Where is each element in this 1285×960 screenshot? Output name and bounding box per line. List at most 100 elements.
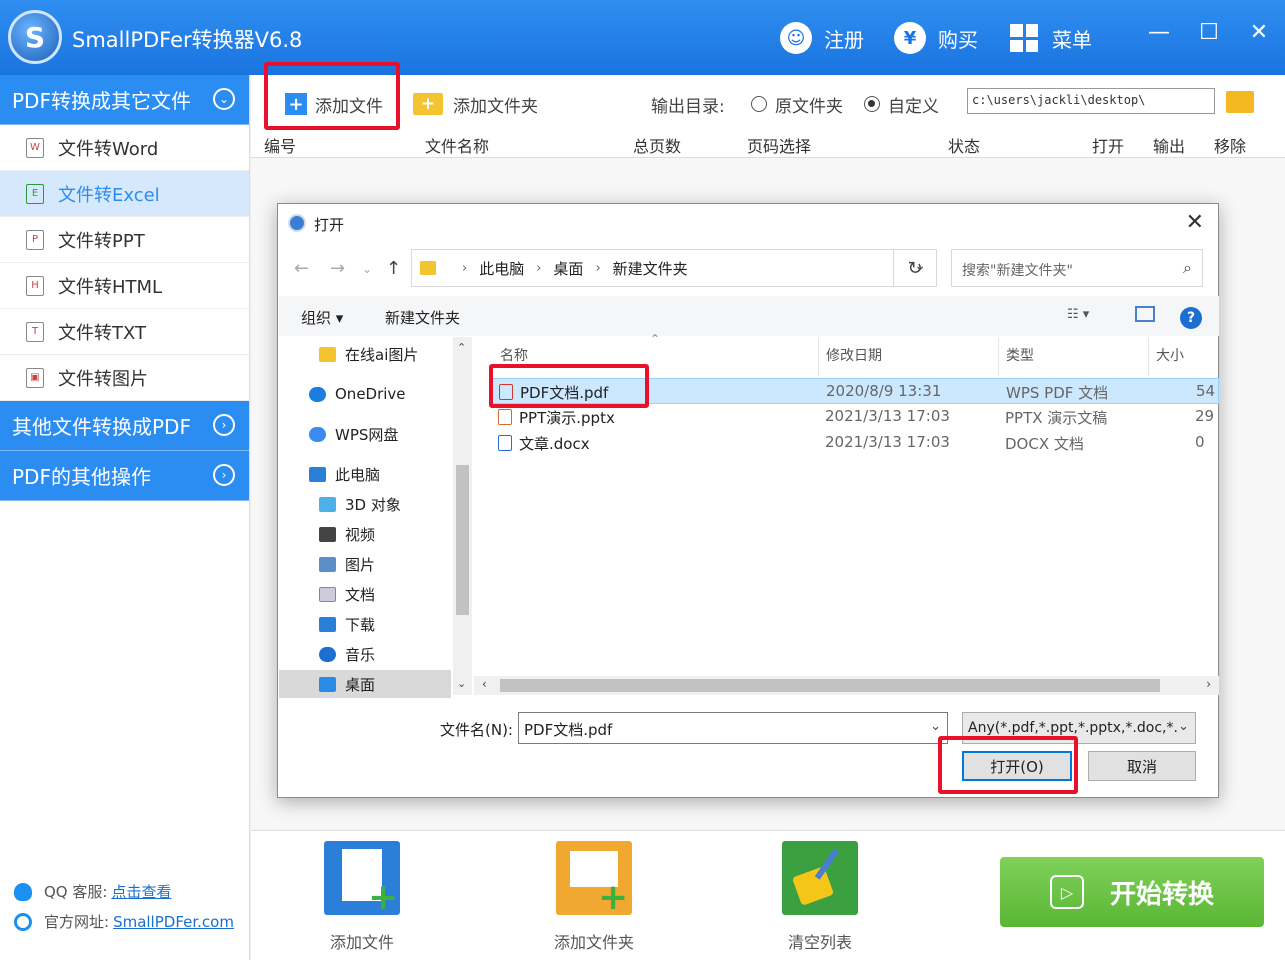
radio-original-folder[interactable]: 原文件夹 xyxy=(751,89,843,119)
add-file-button[interactable]: + 添加文件 xyxy=(285,89,383,119)
col-filename: 文件名称 xyxy=(425,137,490,156)
add-folder-button[interactable]: + 添加文件夹 xyxy=(413,89,538,119)
register-button[interactable]: ☺ 注册 xyxy=(780,18,864,58)
header-name[interactable]: 名称 xyxy=(500,345,528,365)
breadcrumb-new-folder[interactable]: 新建文件夹 xyxy=(613,258,688,279)
nav-item-selected[interactable]: 桌面 xyxy=(279,670,451,698)
header-type[interactable]: 类型 xyxy=(1006,345,1034,365)
filename-input[interactable]: PDF文档.pdf ⌄ xyxy=(518,712,948,744)
filetype-select[interactable]: Any(*.pdf,*.ppt,*.pptx,*.doc,*. ⌄ xyxy=(962,712,1196,744)
bottom-add-folder-button[interactable]: + 添加文件夹 xyxy=(539,841,649,953)
minimize-button[interactable]: — xyxy=(1144,20,1174,45)
new-folder-button[interactable]: 新建文件夹 xyxy=(385,307,460,328)
computer-icon xyxy=(309,466,326,482)
document-icon: T xyxy=(26,321,44,342)
desktop-icon xyxy=(319,676,336,692)
view-options-icon[interactable]: ☷ ▾ xyxy=(1067,307,1089,322)
open-button[interactable]: 打开(O) xyxy=(962,751,1072,781)
nav-item[interactable]: 此电脑 xyxy=(309,460,380,488)
folder-icon xyxy=(319,346,336,362)
chevron-down-icon: ⌄ xyxy=(213,88,235,110)
refresh-button[interactable]: ↻ xyxy=(893,249,937,287)
up-arrow-icon[interactable]: ↑ xyxy=(386,258,401,279)
file-list-header: 编号 文件名称 总页数 页码选择 状态 打开 输出 移除 xyxy=(251,130,1285,158)
header-size[interactable]: 大小 xyxy=(1156,345,1184,365)
nav-item[interactable]: OneDrive xyxy=(309,380,406,408)
search-input[interactable]: 搜索"新建文件夹" ⌕ xyxy=(951,249,1203,287)
sidebar-section-other-to-pdf[interactable]: 其他文件转换成PDF › xyxy=(0,401,249,451)
file-row[interactable]: PPT演示.pptx 2021/3/13 17:03 PPTX 演示文稿 29 xyxy=(491,404,1219,430)
file-size: 0 xyxy=(1195,433,1205,451)
play-icon: ▷ xyxy=(1049,875,1084,909)
nav-item[interactable]: 视频 xyxy=(319,520,375,548)
file-name: PPT演示.pptx xyxy=(519,409,615,427)
chevron-right-icon: › xyxy=(213,464,235,486)
user-icon: ☺ xyxy=(780,22,812,54)
back-arrow-icon[interactable]: ← xyxy=(294,258,309,279)
radio-custom-folder[interactable]: 自定义 xyxy=(864,89,939,119)
chevron-down-icon[interactable]: ⌄ xyxy=(930,719,941,734)
buy-button[interactable]: ¥ 购买 xyxy=(894,18,978,58)
bottom-add-file-button[interactable]: + 添加文件 xyxy=(307,841,417,953)
nav-item[interactable]: 图片 xyxy=(319,550,375,578)
help-icon[interactable]: ? xyxy=(1180,307,1202,329)
nav-item[interactable]: 在线ai图片 xyxy=(319,340,418,368)
document-icon xyxy=(319,586,336,602)
nav-item[interactable]: 下载 xyxy=(319,610,375,638)
nav-item[interactable]: WPS网盘 xyxy=(309,420,398,448)
address-bar[interactable]: › 此电脑 › 桌面 › 新建文件夹 ⌄ xyxy=(411,249,937,287)
document-icon: P xyxy=(26,229,44,250)
sort-up-icon: ⌃ xyxy=(650,332,661,346)
menu-button[interactable]: 菜单 xyxy=(1010,18,1092,58)
browser-icon xyxy=(14,912,32,931)
filename-label: 文件名(N): xyxy=(440,721,513,739)
forward-arrow-icon[interactable]: → xyxy=(330,258,345,279)
file-name: PDF文档.pdf xyxy=(520,384,609,402)
nav-item[interactable]: 3D 对象 xyxy=(319,490,401,518)
header-modified[interactable]: 修改日期 xyxy=(826,345,882,365)
qq-support-link[interactable]: 点击查看 xyxy=(111,881,171,902)
file-size: 29 xyxy=(1195,407,1215,425)
start-convert-button[interactable]: ▷ 开始转换 xyxy=(1000,857,1264,927)
sidebar-item[interactable]: P 文件转PPT xyxy=(0,217,249,263)
file-row[interactable]: PDF文档.pdf 2020/8/9 13:31 WPS PDF 文档 54 xyxy=(491,378,1219,404)
nav-item[interactable]: 文档 xyxy=(319,580,375,608)
maximize-button[interactable]: ☐ xyxy=(1194,20,1224,45)
nav-item[interactable]: 音乐 xyxy=(319,640,375,668)
file-hscrollbar[interactable]: ‹ › xyxy=(474,676,1219,695)
output-path-input[interactable]: c:\users\jackli\desktop\ xyxy=(967,88,1215,114)
bottom-bar: + 添加文件 + 添加文件夹 清空列表 ▷ 开始转换 xyxy=(251,830,1285,960)
radio-icon xyxy=(751,96,767,112)
bottom-clear-list-button[interactable]: 清空列表 xyxy=(765,841,875,953)
official-site-link[interactable]: SmallPDFer.com xyxy=(113,913,234,931)
preview-pane-icon[interactable] xyxy=(1135,306,1155,322)
breadcrumb-this-pc[interactable]: 此电脑 xyxy=(479,258,524,279)
grid-icon xyxy=(1010,24,1038,52)
sidebar-item[interactable]: H 文件转HTML xyxy=(0,263,249,309)
close-button[interactable]: ✕ xyxy=(1244,20,1274,45)
command-bar: 组织 ▾ 新建文件夹 ☷ ▾ ? xyxy=(279,296,1219,336)
sidebar-section-pdf-to-other[interactable]: PDF转换成其它文件 ⌄ xyxy=(0,75,249,125)
file-hscroll-thumb[interactable] xyxy=(500,679,1160,692)
sidebar-section-pdf-operations[interactable]: PDF的其他操作 › xyxy=(0,451,249,501)
browse-folder-icon[interactable] xyxy=(1226,91,1254,113)
nav-scroll-thumb[interactable] xyxy=(456,465,469,615)
sidebar-item[interactable]: E 文件转Excel xyxy=(0,171,249,217)
output-dir-label: 输出目录: xyxy=(651,96,725,117)
cancel-button[interactable]: 取消 xyxy=(1088,751,1196,781)
sidebar-item[interactable]: ▣ 文件转图片 xyxy=(0,355,249,401)
sidebar-item[interactable]: W 文件转Word xyxy=(0,125,249,171)
app-title: SmallPDFer转换器V6.8 xyxy=(72,28,303,52)
folder-plus-icon: + xyxy=(413,93,443,115)
organize-menu[interactable]: 组织 ▾ xyxy=(301,307,343,328)
dialog-close-button[interactable]: ✕ xyxy=(1186,210,1204,235)
music-icon xyxy=(319,646,336,662)
sidebar-item[interactable]: T 文件转TXT xyxy=(0,309,249,355)
recent-chevron-icon[interactable]: ⌄ xyxy=(362,262,372,276)
nav-scrollbar[interactable]: ⌃ ⌄ xyxy=(453,337,472,695)
breadcrumb-desktop[interactable]: 桌面 xyxy=(553,258,583,279)
file-row[interactable]: 文章.docx 2021/3/13 17:03 DOCX 文档 0 xyxy=(491,430,1219,456)
file-name: 文章.docx xyxy=(519,435,590,453)
file-type: WPS PDF 文档 xyxy=(1006,384,1109,402)
document-icon: W xyxy=(26,137,44,158)
